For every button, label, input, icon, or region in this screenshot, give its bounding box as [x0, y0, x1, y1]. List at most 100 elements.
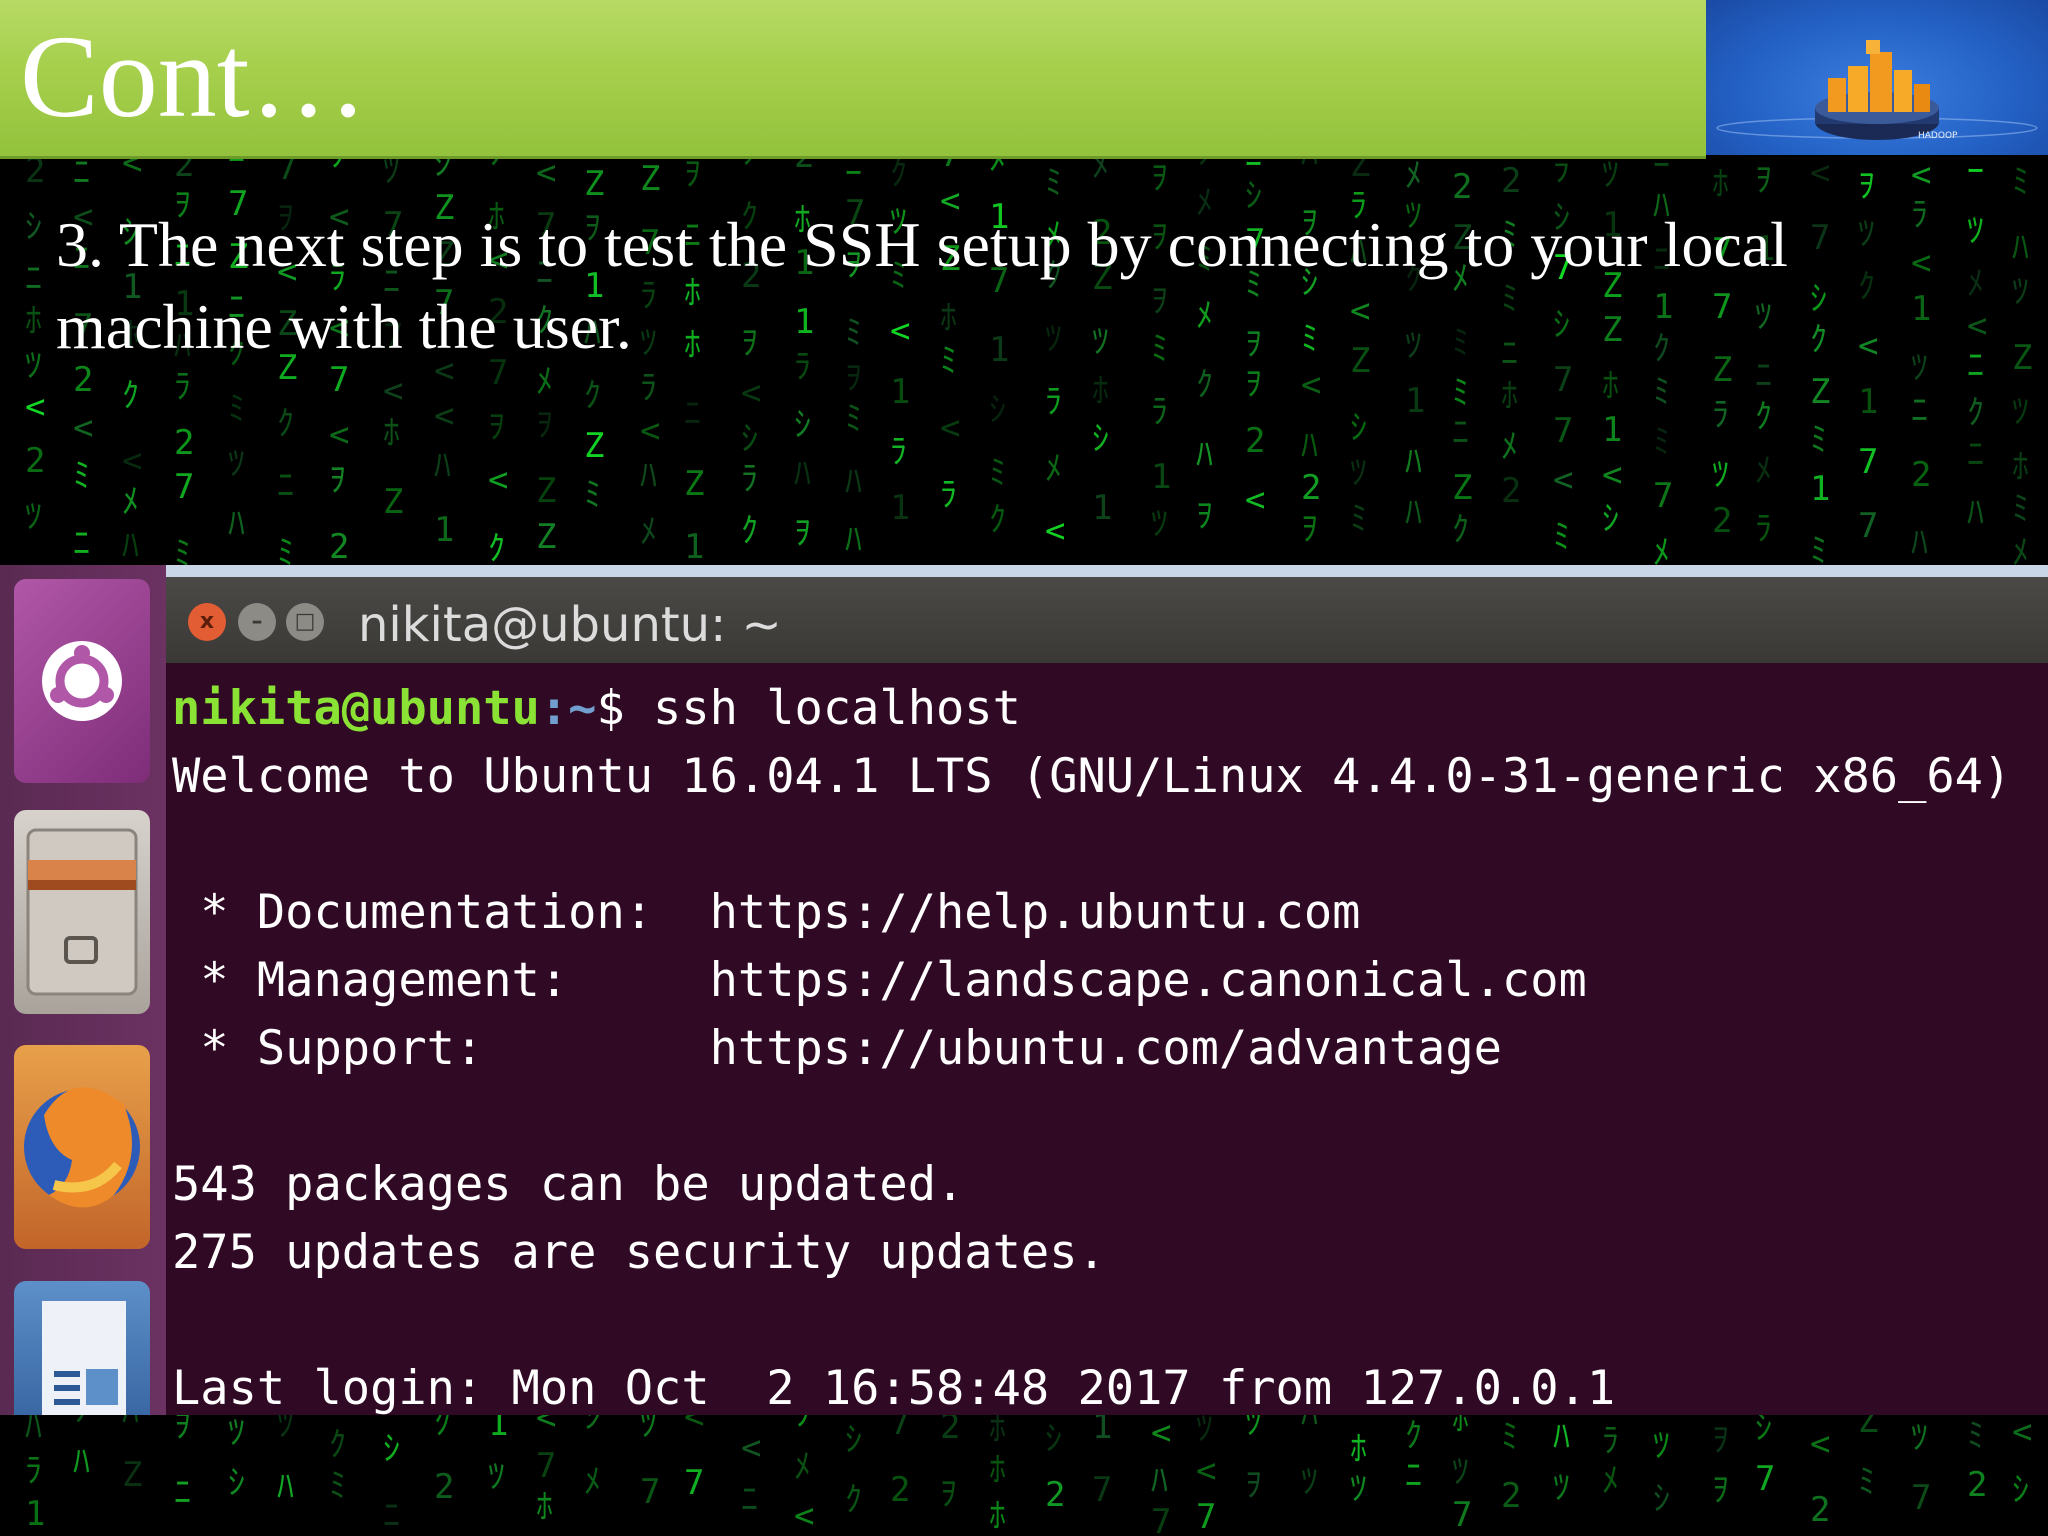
matrix-glyph: ﾒ — [1405, 156, 1422, 196]
matrix-glyph: 1 — [1602, 410, 1622, 450]
matrix-glyph: 1 — [1405, 381, 1425, 421]
matrix-glyph: 2 — [1245, 421, 1265, 461]
matrix-glyph: ﾎ — [1712, 164, 1729, 204]
matrix-glyph: < — [1301, 365, 1321, 405]
matrix-glyph: 1 — [890, 488, 910, 528]
instruction-line-1: 3. The next step is to test the SSH setu… — [56, 209, 1788, 280]
matrix-glyph: ﾒ — [640, 512, 657, 552]
matrix-glyph: ｸ — [122, 376, 139, 416]
matrix-glyph: 1 — [1151, 457, 1171, 497]
matrix-glyph: ﾗ — [890, 432, 907, 472]
matrix-glyph: Z — [684, 464, 704, 504]
maximize-button[interactable]: □ — [286, 603, 324, 641]
matrix-glyph: ﾗ — [1045, 382, 1062, 422]
matrix-glyph: Z — [1810, 372, 1830, 412]
matrix-glyph: ｸ — [1967, 393, 1984, 433]
matrix-glyph: ﾒ — [1045, 449, 1062, 489]
matrix-glyph: ﾆ — [1452, 413, 1469, 453]
matrix-glyph: ｼ — [1092, 419, 1109, 459]
matrix-glyph: ﾒ — [536, 362, 553, 402]
documentation-line: * Documentation: https://help.ubuntu.com — [172, 885, 1361, 940]
instruction-text: 3. The next step is to test the SSH setu… — [56, 204, 2036, 368]
matrix-glyph: ﾐ — [584, 475, 601, 515]
matrix-glyph: ﾎ — [25, 301, 42, 341]
matrix-glyph: 7 — [1653, 476, 1673, 516]
matrix-glyph: ﾂ — [1151, 504, 1168, 544]
terminal-output[interactable]: nikita@ubuntu:~$ ssh localhost Welcome to… — [172, 675, 2011, 1415]
packages-line: 543 packages can be updated. — [172, 1157, 965, 1212]
terminal-titlebar[interactable]: x – □ nikita@ubuntu: ~ — [166, 565, 2048, 663]
matrix-glyph: ｦ — [794, 513, 811, 553]
matrix-glyph: ﾊ — [1405, 442, 1422, 482]
matrix-glyph: < — [1045, 511, 1065, 551]
terminal-window[interactable]: x – □ nikita@ubuntu: ~ nikita@ubuntu:~$ … — [166, 565, 2048, 1415]
writer-button[interactable] — [14, 1281, 150, 1415]
matrix-glyph: ｸ — [890, 154, 907, 194]
matrix-glyph: 1 — [890, 372, 910, 412]
matrix-glyph: ﾐ — [1045, 163, 1062, 203]
matrix-glyph: < — [329, 415, 349, 455]
matrix-glyph: ｦ — [1196, 496, 1213, 536]
window-title: nikita@ubuntu: ~ — [358, 597, 782, 653]
matrix-glyph: ﾊ — [794, 454, 811, 494]
matrix-glyph: ﾐ — [1653, 422, 1670, 462]
ubuntu-dash-button[interactable] — [14, 579, 150, 783]
matrix-glyph: ﾐ — [1553, 517, 1570, 557]
file-cabinet-icon — [26, 828, 138, 996]
files-button[interactable] — [14, 810, 150, 1014]
matrix-glyph: ﾂ — [25, 346, 42, 386]
matrix-glyph: ｸ — [488, 529, 505, 569]
matrix-glyph: ｼ — [25, 207, 42, 247]
matrix-glyph: ﾆ — [73, 524, 90, 564]
matrix-glyph: ﾐ — [989, 453, 1006, 493]
matrix-glyph: ﾗ — [1712, 395, 1729, 435]
writer-icon — [42, 1301, 126, 1415]
matrix-glyph: ｸ — [1196, 365, 1213, 405]
matrix-glyph: ﾂ — [2012, 392, 2029, 432]
matrix-glyph: ｼ — [989, 390, 1006, 430]
matrix-glyph: ﾗ — [741, 459, 758, 499]
matrix-glyph: ﾗ — [1755, 509, 1772, 549]
matrix-glyph: 2 — [1501, 161, 1521, 201]
matrix-glyph: Z — [640, 159, 660, 199]
matrix-glyph: < — [536, 153, 556, 193]
close-button[interactable]: x — [188, 603, 226, 641]
matrix-glyph: 7 — [1858, 506, 1878, 546]
matrix-glyph: < — [1553, 460, 1573, 500]
matrix-glyph: ｦ — [1245, 364, 1262, 404]
matrix-glyph: ﾗ — [940, 475, 957, 515]
matrix-glyph: ﾎ — [2012, 447, 2029, 487]
matrix-glyph: < — [434, 396, 454, 436]
welcome-line: Welcome to Ubuntu 16.04.1 LTS (GNU/Linux… — [172, 749, 2012, 804]
slide-header: Cont… — [0, 0, 1706, 159]
matrix-glyph: ﾆ — [1967, 435, 1984, 475]
firefox-button[interactable] — [14, 1045, 150, 1249]
minimize-button[interactable]: – — [238, 603, 276, 641]
matrix-glyph: ﾂ — [25, 497, 42, 537]
matrix-glyph: 2 — [1452, 167, 1472, 207]
matrix-glyph: Z — [584, 426, 604, 466]
hadoop-logo: HADOOP — [1706, 0, 2048, 155]
matrix-glyph: ｼ — [1350, 408, 1367, 448]
matrix-glyph: ﾒ — [122, 482, 139, 522]
matrix-glyph: 7 — [1858, 442, 1878, 482]
matrix-glyph: ﾆ — [684, 394, 701, 434]
matrix-glyph: ｼ — [1602, 499, 1619, 539]
matrix-glyph: ｦ — [488, 407, 505, 447]
matrix-glyph: ｦ — [1151, 158, 1168, 198]
matrix-glyph: 7 — [1553, 411, 1573, 451]
matrix-glyph: ｦ — [1755, 160, 1772, 200]
matrix-glyph: < — [1245, 480, 1265, 520]
matrix-glyph: 1 — [1810, 469, 1830, 509]
matrix-glyph: ﾐ — [1350, 499, 1367, 539]
hadoop-elephant-logo-icon: HADOOP — [1716, 40, 2038, 141]
matrix-glyph: 1 — [1858, 382, 1878, 422]
logo-label: HADOOP — [1918, 131, 1958, 141]
matrix-glyph: ﾊ — [845, 462, 862, 502]
matrix-glyph: < — [1810, 153, 1830, 193]
matrix-glyph: 2 — [1501, 471, 1521, 511]
matrix-glyph: 2 — [174, 423, 194, 463]
matrix-glyph: ｦ — [329, 460, 346, 500]
matrix-glyph: ﾐ — [228, 389, 245, 429]
matrix-glyph: < — [122, 441, 142, 481]
